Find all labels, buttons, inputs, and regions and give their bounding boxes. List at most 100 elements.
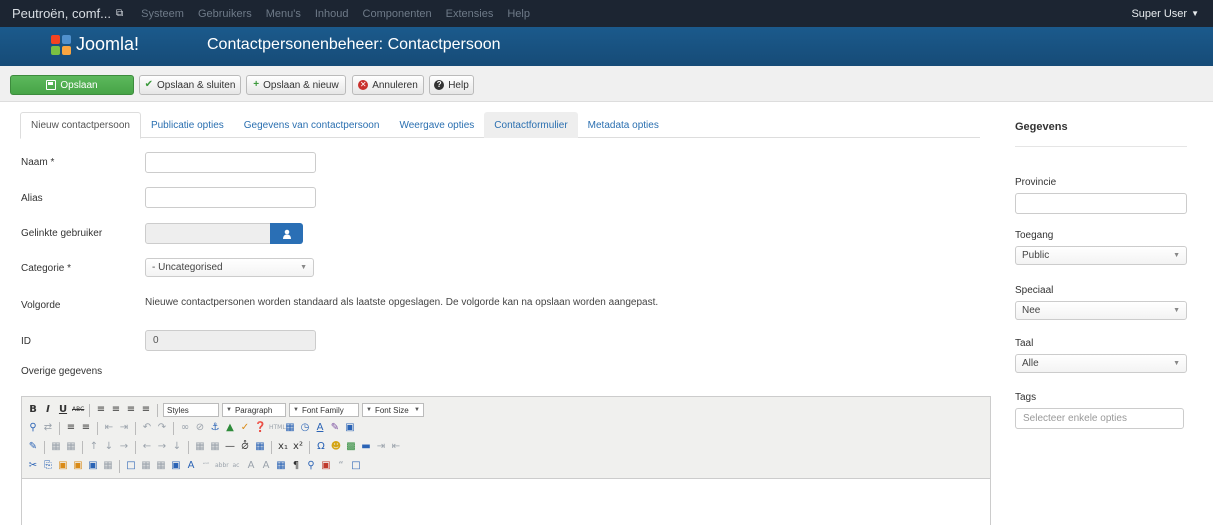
styles-select[interactable]: Styles [163, 403, 219, 417]
align-justify-icon[interactable]: ≡ [140, 404, 152, 416]
insert-time-icon[interactable]: ◷ [299, 422, 311, 434]
tab-contactformulier[interactable]: Contactformulier [484, 112, 578, 138]
bold-icon[interactable]: B [27, 404, 39, 416]
numbered-list-icon[interactable]: ≡ [80, 422, 92, 434]
paste-icon[interactable]: ▣ [57, 460, 69, 472]
menu-item-menus[interactable]: Menu's [266, 8, 301, 20]
table-edit-icon[interactable]: ✎ [27, 441, 39, 453]
font-family-select[interactable]: ▼ Font Family [289, 403, 359, 417]
site-link[interactable]: Peutroën, comf... ⧉ [0, 6, 131, 21]
show-blocks-icon[interactable]: ¶ [290, 460, 302, 472]
table-props-icon[interactable]: ▦ [65, 441, 77, 453]
style-props-icon[interactable]: A [185, 460, 197, 472]
font-size-select[interactable]: ▼ Font Size ▼ [362, 403, 424, 417]
name-field[interactable] [145, 152, 316, 173]
province-field[interactable] [1015, 193, 1187, 214]
cleanup-icon[interactable]: ✓ [239, 422, 251, 434]
select-all-icon[interactable]: ▦ [102, 460, 114, 472]
help-circle-icon[interactable]: ❓ [254, 422, 266, 434]
page-break-icon[interactable]: ▬ [360, 441, 372, 453]
align-left-icon[interactable]: ≡ [95, 404, 107, 416]
menu-item-inhoud[interactable]: Inhoud [315, 8, 349, 20]
save-button[interactable]: Opslaan [10, 75, 134, 95]
link-icon[interactable]: ∞ [179, 422, 191, 434]
remove-format-icon[interactable]: ⦲ [239, 441, 251, 453]
tab-publicatie-opties[interactable]: Publicatie opties [141, 112, 234, 138]
bullet-list-icon[interactable]: ≡ [65, 422, 77, 434]
menu-item-extensies[interactable]: Extensies [446, 8, 494, 20]
find-icon[interactable]: ⚲ [27, 422, 39, 434]
menu-item-systeem[interactable]: Systeem [141, 8, 184, 20]
redo-icon[interactable]: ↷ [156, 422, 168, 434]
preview-icon[interactable]: ⚲ [305, 460, 317, 472]
insert-layer-icon[interactable]: □ [125, 460, 137, 472]
category-select[interactable]: - Uncategorised ▼ [145, 258, 314, 277]
superscript-icon[interactable]: x² [292, 441, 304, 453]
featured-select[interactable]: Nee ▼ [1015, 301, 1187, 320]
anchor-icon[interactable]: ⚓ [209, 422, 221, 434]
text-color-icon[interactable]: A [314, 422, 326, 434]
tab-weergave-opties[interactable]: Weergave opties [389, 112, 484, 138]
cite-icon[interactable]: “” [200, 460, 212, 472]
rtl-icon[interactable]: ⇤ [390, 441, 402, 453]
help-button[interactable]: ? Help [429, 75, 474, 95]
paragraph-select[interactable]: ▼ Paragraph [222, 403, 286, 417]
save-close-button[interactable]: ✔ Opslaan & sluiten [139, 75, 241, 95]
split-cells-icon[interactable]: ▦ [194, 441, 206, 453]
underline-icon[interactable]: U [57, 404, 69, 416]
abbr-icon[interactable]: abbr [215, 460, 229, 472]
tags-input[interactable]: Selecteer enkele opties [1015, 408, 1184, 429]
col-before-icon[interactable]: ← [141, 441, 153, 453]
cancel-button[interactable]: ✕ Annuleren [352, 75, 424, 95]
copy-icon[interactable]: ⎘ [42, 460, 54, 472]
fullscreen-icon[interactable]: ▣ [344, 422, 356, 434]
save-new-button[interactable]: + Opslaan & nieuw [246, 75, 346, 95]
outdent-icon[interactable]: ⇤ [103, 422, 115, 434]
ins-icon[interactable]: A [260, 460, 272, 472]
select-user-button[interactable] [270, 223, 303, 244]
editor-content-area[interactable] [22, 479, 990, 525]
highlight-icon[interactable]: ✎ [329, 422, 341, 434]
non-breaking-icon[interactable]: □ [350, 460, 362, 472]
insert-date-icon[interactable]: ▦ [284, 422, 296, 434]
image-icon[interactable]: ▲ [224, 422, 236, 434]
media-icon[interactable]: ▩ [345, 441, 357, 453]
alias-field[interactable] [145, 187, 316, 208]
merge-cells-icon[interactable]: ▦ [209, 441, 221, 453]
indent-icon[interactable]: ⇥ [118, 422, 130, 434]
attribs-icon[interactable]: ▦ [275, 460, 287, 472]
visual-aid-icon[interactable]: ▦ [254, 441, 266, 453]
user-menu[interactable]: Super User ▼ [1131, 8, 1213, 20]
language-select[interactable]: Alle ▼ [1015, 354, 1187, 373]
template-icon[interactable]: ▣ [320, 460, 332, 472]
col-after-icon[interactable]: → [156, 441, 168, 453]
paste-text-icon[interactable]: ▣ [72, 460, 84, 472]
special-char-icon[interactable]: Ω [315, 441, 327, 453]
undo-icon[interactable]: ↶ [141, 422, 153, 434]
replace-icon[interactable]: ⇄ [42, 422, 54, 434]
italic-icon[interactable]: I [42, 404, 54, 416]
paste-word-icon[interactable]: ▣ [87, 460, 99, 472]
del-icon[interactable]: A [245, 460, 257, 472]
delete-row-icon[interactable]: → [118, 441, 130, 453]
align-right-icon[interactable]: ≡ [125, 404, 137, 416]
strikethrough-icon[interactable]: ABC [72, 404, 84, 416]
tab-gegevens-contactpersoon[interactable]: Gegevens van contactpersoon [234, 112, 390, 138]
subscript-icon[interactable]: x₁ [277, 441, 289, 453]
horizontal-rule-icon[interactable]: — [224, 441, 236, 453]
absolute-icon[interactable]: ▣ [170, 460, 182, 472]
html-icon[interactable]: HTML [269, 422, 286, 434]
cut-icon[interactable]: ✂ [27, 460, 39, 472]
tab-nieuw-contactpersoon[interactable]: Nieuw contactpersoon [20, 112, 141, 139]
row-before-icon[interactable]: ↑ [88, 441, 100, 453]
move-forward-icon[interactable]: ▦ [140, 460, 152, 472]
ltr-icon[interactable]: ⇥ [375, 441, 387, 453]
row-after-icon[interactable]: ↓ [103, 441, 115, 453]
menu-item-gebruikers[interactable]: Gebruikers [198, 8, 252, 20]
unlink-icon[interactable]: ⊘ [194, 422, 206, 434]
menu-item-help[interactable]: Help [507, 8, 530, 20]
table-icon[interactable]: ▦ [50, 441, 62, 453]
menu-item-componenten[interactable]: Componenten [363, 8, 432, 20]
acronym-icon[interactable]: ac [230, 460, 242, 472]
move-backward-icon[interactable]: ▦ [155, 460, 167, 472]
